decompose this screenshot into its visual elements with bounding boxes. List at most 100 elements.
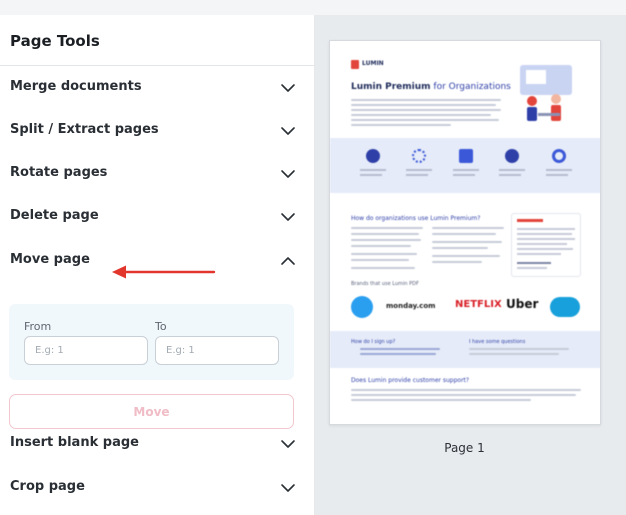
- text-line: [499, 174, 521, 176]
- chevron-down-icon[interactable]: [280, 437, 296, 451]
- text-line: [517, 243, 567, 245]
- tool-label: Merge documents: [10, 79, 142, 94]
- brand-monday: monday.com: [386, 302, 436, 310]
- chat-icon: [505, 149, 519, 163]
- text-line: [351, 267, 415, 269]
- from-page-input[interactable]: [24, 336, 148, 365]
- brand-logo-text: LUMIN: [362, 60, 384, 67]
- brand-logo-circle-icon: [351, 296, 373, 318]
- chevron-down-icon[interactable]: [280, 167, 296, 181]
- chevron-down-icon[interactable]: [280, 210, 296, 224]
- panel-title: Page Tools: [10, 32, 100, 50]
- text-line: [351, 104, 496, 106]
- tool-label: Move page: [10, 252, 90, 267]
- brands-caption: Brands that use Lumin PDF: [351, 281, 419, 287]
- text-line: [517, 238, 575, 240]
- page-thumbnail[interactable]: LUMIN Lumin Premium for Organizations Ho…: [329, 40, 601, 425]
- text-line: [546, 174, 568, 176]
- from-label: From: [24, 320, 52, 333]
- tool-label: Insert blank page: [10, 435, 139, 450]
- text-line: [453, 169, 479, 171]
- chevron-up-icon[interactable]: [280, 254, 296, 268]
- text-line: [432, 255, 500, 257]
- top-bar: [0, 0, 626, 15]
- divider: [0, 65, 315, 66]
- tool-label: Crop page: [10, 479, 85, 494]
- text-line: [360, 353, 436, 355]
- text-line: [517, 253, 561, 255]
- chevron-down-icon[interactable]: [280, 81, 296, 95]
- document-icon: [459, 149, 473, 163]
- move-page-form: From To: [9, 304, 294, 380]
- rating-stars-icon: [517, 219, 543, 222]
- text-line: [351, 399, 531, 401]
- testimonial-card: [511, 213, 581, 277]
- page-tools-panel: Page Tools Merge documents Split / Extra…: [0, 15, 315, 515]
- chevron-down-icon[interactable]: [280, 481, 296, 495]
- text-line: [351, 233, 419, 235]
- tool-label: Rotate pages: [10, 165, 108, 180]
- salesforce-cloud-icon: [550, 297, 580, 317]
- document-heading: Lumin Premium for Organizations: [351, 82, 511, 92]
- text-line: [517, 233, 572, 235]
- text-line: [517, 267, 547, 269]
- text-line: [351, 394, 576, 396]
- text-line: [360, 169, 386, 171]
- tool-insert-blank-page[interactable]: Insert blank page: [0, 424, 315, 464]
- text-line: [360, 348, 440, 350]
- to-label: To: [155, 320, 167, 333]
- cloud-icon: [366, 149, 380, 163]
- text-line: [351, 259, 409, 261]
- text-line: [517, 262, 551, 264]
- tool-delete-page[interactable]: Delete page: [0, 197, 315, 237]
- text-line: [517, 248, 573, 250]
- document-miniature: LUMIN Lumin Premium for Organizations Ho…: [330, 41, 600, 424]
- support-heading: Does Lumin provide customer support?: [351, 377, 470, 384]
- sync-icon: [412, 149, 426, 163]
- section-question: How do organizations use Lumin Premium?: [351, 215, 481, 222]
- text-line: [432, 261, 482, 263]
- tool-rotate-pages[interactable]: Rotate pages: [0, 154, 315, 194]
- text-line: [406, 174, 428, 176]
- text-line: [351, 227, 423, 229]
- text-line: [432, 247, 488, 249]
- chevron-down-icon[interactable]: [280, 124, 296, 138]
- brand-uber: Uber: [506, 297, 539, 311]
- text-line: [406, 169, 432, 171]
- text-line: [351, 239, 421, 241]
- signup-heading: How do I sign up?: [351, 339, 396, 345]
- text-line: [351, 109, 501, 111]
- page-preview-area: LUMIN Lumin Premium for Organizations Ho…: [316, 15, 626, 515]
- text-line: [360, 174, 382, 176]
- text-line: [469, 348, 569, 350]
- text-line: [432, 227, 504, 229]
- text-line: [351, 124, 451, 126]
- tool-label: Delete page: [10, 208, 99, 223]
- text-line: [499, 169, 525, 171]
- refresh-icon: [552, 149, 566, 163]
- text-line: [453, 174, 475, 176]
- tool-label: Split / Extract pages: [10, 122, 159, 137]
- brand-netflix: NETFLIX: [455, 299, 502, 310]
- features-band: [330, 138, 600, 193]
- red-arrow-left-icon: [112, 265, 216, 279]
- text-line: [351, 253, 417, 255]
- team-illustration-icon: [520, 65, 572, 121]
- text-line: [432, 233, 496, 235]
- text-line: [351, 99, 501, 101]
- text-line: [351, 119, 499, 121]
- to-page-input[interactable]: [155, 336, 279, 365]
- text-line: [351, 114, 491, 116]
- page-label: Page 1: [444, 441, 485, 455]
- lumin-logo-icon: [351, 60, 359, 69]
- text-line: [517, 228, 575, 230]
- questions-heading: I have some questions: [469, 339, 526, 345]
- heading-rest: for Organizations: [430, 82, 511, 92]
- text-line: [351, 389, 581, 391]
- text-line: [351, 245, 411, 247]
- heading-bold: Lumin Premium: [351, 82, 431, 92]
- tool-crop-page[interactable]: Crop page: [0, 468, 315, 508]
- tool-merge-documents[interactable]: Merge documents: [0, 68, 315, 108]
- text-line: [432, 241, 502, 243]
- tool-split-extract-pages[interactable]: Split / Extract pages: [0, 111, 315, 151]
